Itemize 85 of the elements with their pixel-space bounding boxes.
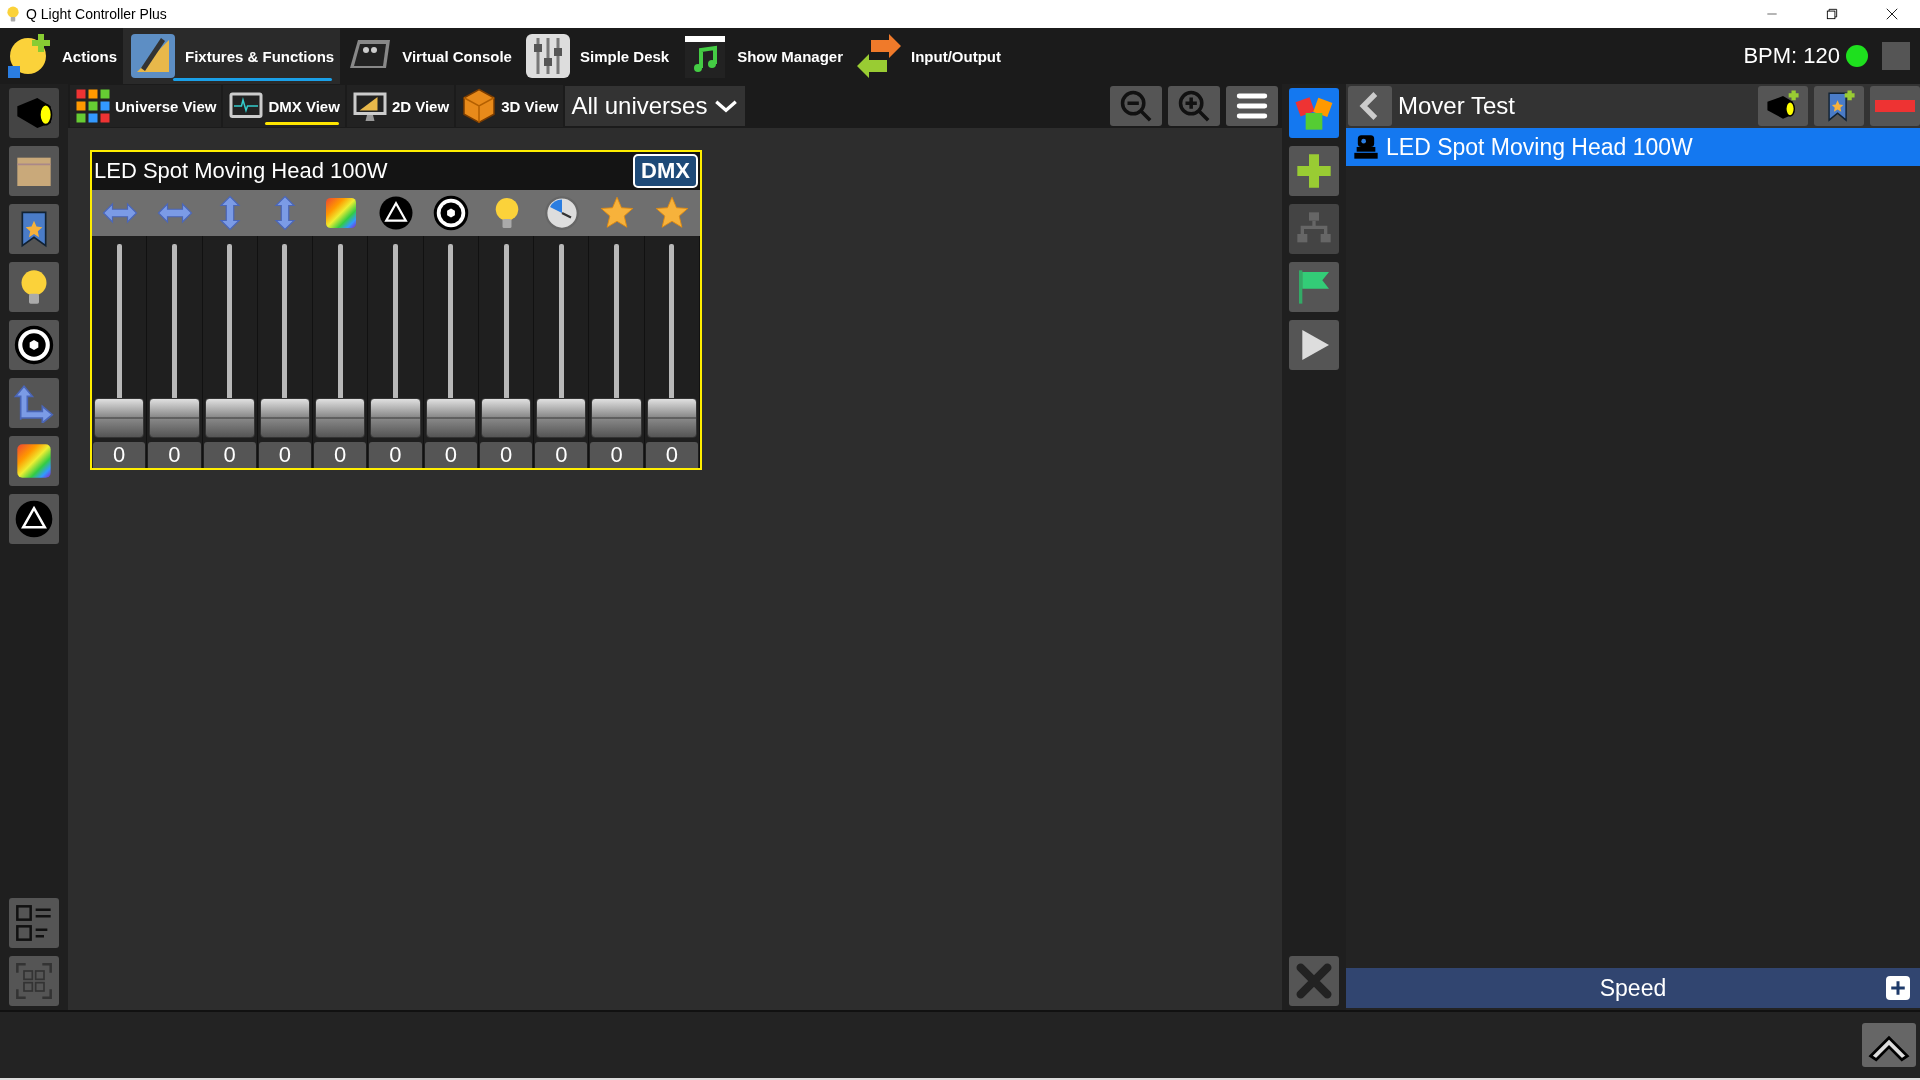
intensity-button[interactable] xyxy=(9,262,59,312)
restore-icon xyxy=(1825,7,1839,21)
app-logo-icon xyxy=(4,5,22,23)
mode-badge: DMX xyxy=(633,154,698,188)
corner-arrow-icon xyxy=(14,383,54,423)
clock-icon xyxy=(543,195,580,231)
channel-value: 0 xyxy=(93,442,146,468)
shutter-icon xyxy=(433,195,470,231)
main-tab[interactable]: Input/Output xyxy=(849,28,1007,84)
play-button[interactable] xyxy=(1289,320,1339,370)
channel-value: 0 xyxy=(203,442,256,468)
main-tab[interactable]: Fixtures & Functions xyxy=(123,28,341,84)
zoom-out-button[interactable] xyxy=(1110,86,1162,126)
main-tab[interactable]: Virtual Console xyxy=(340,28,518,84)
main-tab[interactable]: Actions xyxy=(0,28,123,84)
checklist-button[interactable] xyxy=(9,898,59,948)
add-group-button[interactable] xyxy=(1814,86,1864,126)
plus-icon xyxy=(1294,151,1334,191)
x-icon xyxy=(1294,961,1334,1001)
bpm-label: BPM: 120 xyxy=(1743,43,1840,69)
back-button[interactable] xyxy=(1348,86,1392,126)
zoom-in-icon xyxy=(1177,89,1211,123)
ruler-pencil-icon xyxy=(129,32,177,80)
view-tab[interactable]: Universe View xyxy=(70,85,222,127)
zoom-out-icon xyxy=(1119,89,1153,123)
channel-value: 0 xyxy=(148,442,201,468)
grid-squares-icon xyxy=(75,88,111,124)
speed-label: Speed xyxy=(1599,974,1667,1002)
slider-handle[interactable] xyxy=(425,398,476,438)
color-button[interactable] xyxy=(9,436,59,486)
moving-head-icon xyxy=(1352,133,1380,161)
color-wheel-icon xyxy=(14,441,54,481)
view-tab[interactable]: 3D View xyxy=(456,85,564,127)
expand-button[interactable] xyxy=(1862,1023,1916,1067)
position-button[interactable] xyxy=(9,378,59,428)
bookmark-button[interactable] xyxy=(9,204,59,254)
slider-handle[interactable] xyxy=(480,398,532,438)
slider-handle[interactable] xyxy=(536,398,587,438)
slider-handle[interactable] xyxy=(94,398,145,438)
function-name: Mover Test xyxy=(1398,92,1516,120)
main-tab[interactable]: Show Manager xyxy=(675,28,850,84)
flag-button[interactable] xyxy=(1289,262,1339,312)
swap-arrows-icon xyxy=(855,32,904,80)
selection-frame-icon xyxy=(14,961,54,1001)
zoom-in-button[interactable] xyxy=(1168,86,1220,126)
star-icon xyxy=(599,195,636,231)
channel-value: 0 xyxy=(535,442,588,468)
fixture-card[interactable]: LED Spot Moving Head 100W DMX 0 0 0 0 0 0 0 0 0 0 0 xyxy=(90,150,702,470)
star-icon xyxy=(654,195,691,231)
slider-handle[interactable] xyxy=(315,398,366,438)
checklist-icon xyxy=(14,903,54,943)
fixture-spotlight-button[interactable] xyxy=(9,88,59,138)
cube-icon xyxy=(461,88,498,124)
channel-value: 0 xyxy=(258,442,312,468)
slider-handle[interactable] xyxy=(646,398,697,438)
fixture-list-item[interactable]: LED Spot Moving Head 100W xyxy=(1346,128,1920,166)
fixture-title: LED Spot Moving Head 100W xyxy=(94,158,388,184)
add-speed-button[interactable] xyxy=(1886,976,1910,1000)
channel-value: 0 xyxy=(645,442,698,468)
slider-handle[interactable] xyxy=(591,398,642,438)
channel-value: 0 xyxy=(590,442,643,468)
close-icon xyxy=(1885,7,1899,21)
universe-dropdown[interactable]: All universes xyxy=(565,86,746,126)
channel-value: 0 xyxy=(479,442,533,468)
slider-handle[interactable] xyxy=(259,398,311,438)
view-tab[interactable]: DMX View xyxy=(223,85,345,127)
shutter-button[interactable] xyxy=(9,320,59,370)
speed-bar[interactable]: Speed xyxy=(1346,968,1920,1008)
channel-value: 0 xyxy=(314,442,367,468)
menu-button[interactable] xyxy=(1226,86,1278,126)
slider-handle[interactable] xyxy=(149,398,200,438)
prism-button[interactable] xyxy=(9,494,59,544)
add-button[interactable] xyxy=(1289,146,1339,196)
plus-icon xyxy=(1889,979,1907,997)
channel-value: 0 xyxy=(424,442,477,468)
add-fixture-button[interactable] xyxy=(1758,86,1808,126)
box-button[interactable] xyxy=(9,146,59,196)
slider-handle[interactable] xyxy=(204,398,255,438)
faders-icon xyxy=(523,32,572,80)
slider-handle[interactable] xyxy=(370,398,421,438)
window-title: Q Light Controller Plus xyxy=(26,6,168,22)
main-tab[interactable]: Simple Desk xyxy=(517,28,676,84)
view-tab[interactable]: 2D View xyxy=(346,85,455,127)
channel-value: 0 xyxy=(369,442,422,468)
shutter-icon xyxy=(14,325,54,365)
